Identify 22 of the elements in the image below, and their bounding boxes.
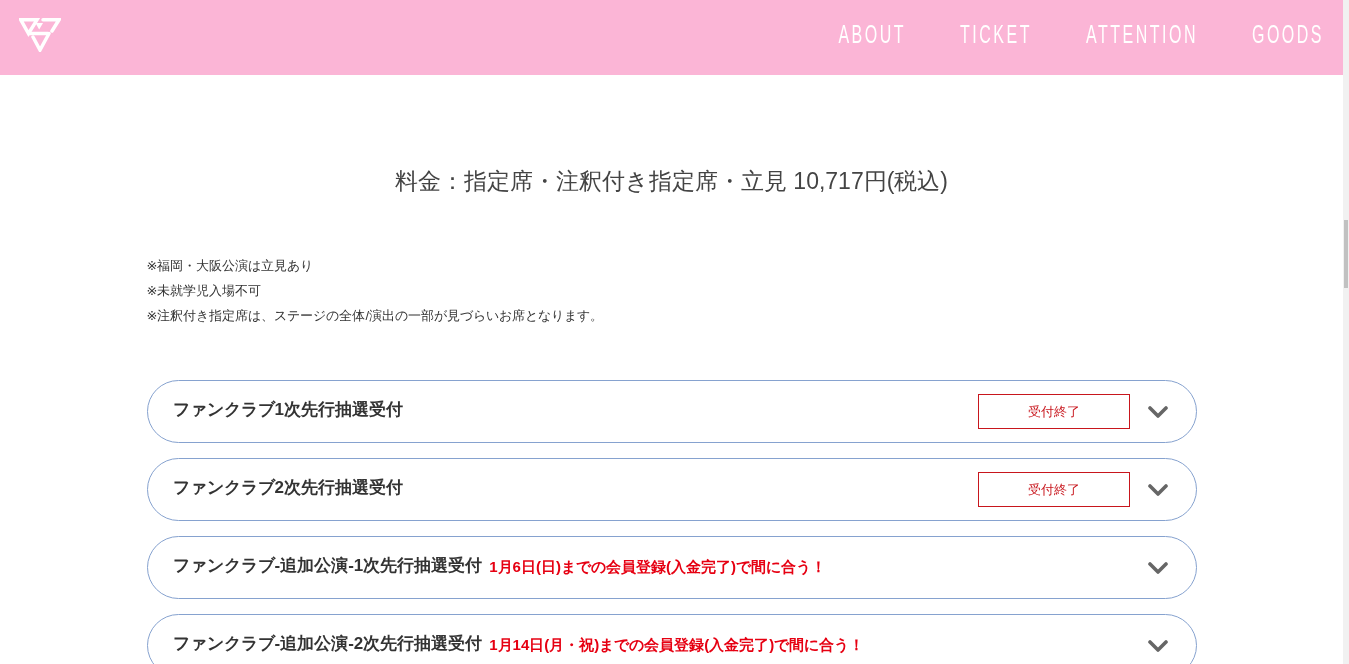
status-badge: 受付終了 [977, 394, 1130, 429]
note-text: ※未就学児入場不可 [146, 282, 263, 300]
accordion-title: ファンクラブ2次先行抽選受付 [172, 477, 403, 499]
status-badge: 受付終了 [977, 472, 1130, 507]
price-text: 料金：指定席・注釈付き指定席・立見 10,717円(税込) [393, 167, 950, 196]
deadline-note: 1月6日(日)までの会員登録(入金完了)で間に合う！ [489, 558, 826, 577]
accordion-title: ファンクラブ-追加公演-1次先行抽選受付 [172, 555, 483, 577]
note-text: ※注釈付き指定席は、ステージの全体/演出の一部が見づらいお席となります。 [146, 307, 604, 325]
accordion-item[interactable]: ファンクラブ-追加公演-2次先行抽選受付 1月14日(月・祝)までの会員登録(入金完了)で間に合う！ [146, 614, 1197, 664]
chevron-icon[interactable] [1147, 639, 1168, 652]
accordion-item[interactable]: ファンクラブ-追加公演-1次先行抽選受付 1月6日(日)までの会員登録(入金完了)で間に合う！ [146, 536, 1197, 599]
note-text: ※福岡・大阪公演は立見あり [146, 257, 315, 275]
accordion-item[interactable]: ファンクラブ1次先行抽選受付 受付終了 [146, 380, 1197, 443]
chevron-icon[interactable] [1147, 483, 1168, 496]
accordion-title: ファンクラブ-追加公演-2次先行抽選受付 [172, 633, 483, 655]
accordion-title: ファンクラブ1次先行抽選受付 [172, 399, 403, 421]
scrollbar-track[interactable] [1343, 0, 1349, 664]
chevron-icon[interactable] [1147, 405, 1168, 418]
deadline-note: 1月14日(月・祝)までの会員登録(入金完了)で間に合う！ [489, 636, 865, 655]
accordion-item[interactable]: ファンクラブ2次先行抽選受付 受付終了 [146, 458, 1197, 521]
chevron-icon[interactable] [1147, 561, 1168, 574]
scrollbar-thumb[interactable] [1344, 220, 1348, 288]
